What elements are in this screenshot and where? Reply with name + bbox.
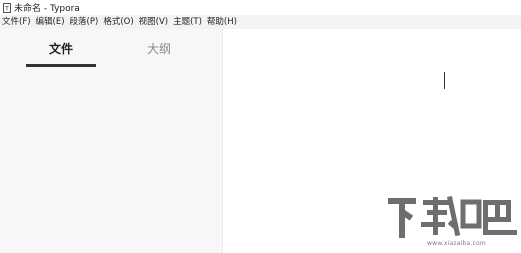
sidebar: 文件 大纲 [0, 29, 223, 253]
text-cursor [444, 72, 445, 89]
window-title: 未命名 - Typora [14, 4, 80, 14]
title-bar: T 未命名 - Typora [0, 0, 521, 15]
menu-view[interactable]: 视图(V) [137, 15, 171, 29]
watermark-domain: www.xiazaiba.com [427, 240, 486, 247]
watermark-logo: www.xiazaiba.com [383, 194, 521, 253]
active-tab-indicator [26, 64, 96, 67]
tab-files[interactable]: 文件 [26, 41, 96, 57]
menu-file[interactable]: 文件(F) [0, 15, 34, 29]
menu-format[interactable]: 格式(O) [101, 15, 136, 29]
tab-outline[interactable]: 大纲 [124, 41, 194, 57]
menu-edit[interactable]: 编辑(E) [34, 15, 68, 29]
typora-window: T 未命名 - Typora 文件(F) 编辑(E) 段落(P) 格式(O) 视… [0, 0, 521, 253]
svg-text:T: T [4, 5, 9, 12]
menu-theme[interactable]: 主题(T) [171, 15, 205, 29]
menu-bar: 文件(F) 编辑(E) 段落(P) 格式(O) 视图(V) 主题(T) 帮助(H… [0, 15, 521, 29]
menu-paragraph[interactable]: 段落(P) [68, 15, 102, 29]
typora-app-icon[interactable]: T [2, 2, 11, 13]
menu-help[interactable]: 帮助(H) [205, 15, 240, 29]
